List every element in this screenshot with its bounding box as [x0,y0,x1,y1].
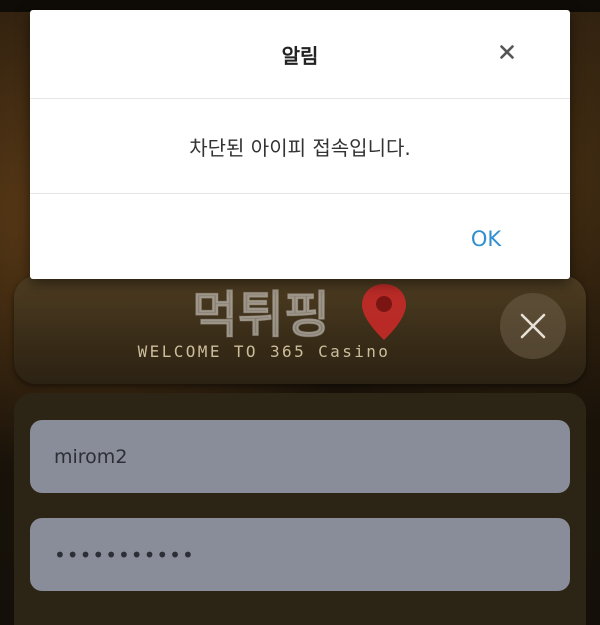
close-icon [500,45,514,59]
alert-dialog: 알림 차단된 아이피 접속입니다. OK [30,10,570,279]
dialog-message: 차단된 아이피 접속입니다. [189,136,411,160]
dialog-title: 알림 [281,44,319,68]
login-form: mirom2 ••••••••••• [14,393,586,625]
password-input[interactable]: ••••••••••• [30,518,570,591]
dialog-footer: OK [30,194,570,279]
username-input[interactable]: mirom2 [30,420,570,493]
login-close-button[interactable] [500,293,566,359]
location-pin-icon [362,284,406,340]
ok-button[interactable]: OK [456,219,516,259]
dialog-header: 알림 [30,10,570,99]
watermark-logo: 먹튀핑 [190,278,410,348]
dialog-body: 차단된 아이피 접속입니다. [30,99,570,194]
watermark-text: 먹튀핑 [192,286,330,344]
dialog-close-button[interactable] [496,41,518,63]
close-icon [520,313,546,339]
